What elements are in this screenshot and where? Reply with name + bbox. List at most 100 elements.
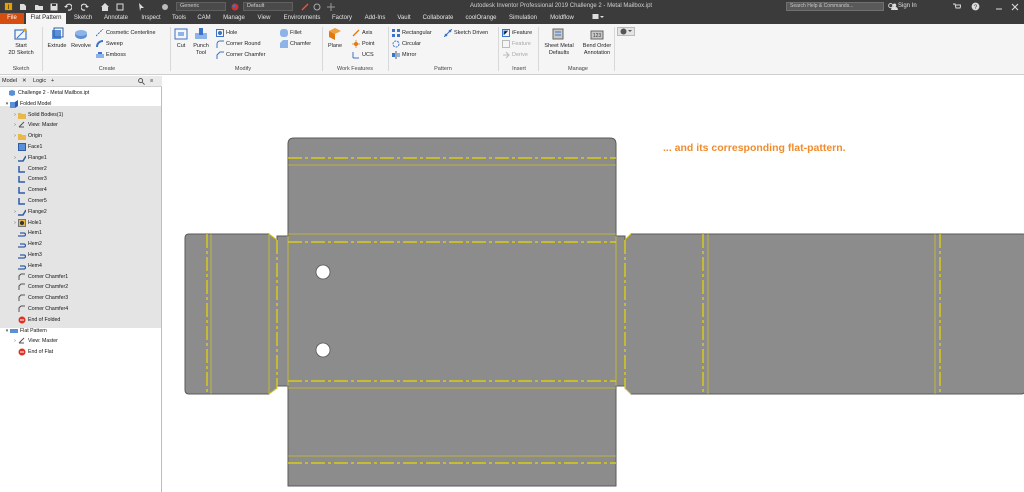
tab-view[interactable]: View <box>254 13 274 24</box>
tab-flat-pattern[interactable]: Flat Pattern <box>26 13 66 24</box>
menu-icon[interactable]: ≡ <box>150 78 153 84</box>
sketch-driven-pattern-button[interactable]: Sketch Driven <box>444 28 488 37</box>
tree-node[interactable]: Corner5 <box>12 196 47 206</box>
ucs-button[interactable]: UCS <box>352 50 374 59</box>
tree-node[interactable]: › Hole1 <box>12 218 42 228</box>
tree-node[interactable]: › Flange2 <box>12 207 47 217</box>
app-menu-icon[interactable]: I <box>2 1 14 12</box>
tab-factory[interactable]: Factory <box>328 13 356 24</box>
rectangular-pattern-button[interactable]: Rectangular <box>392 28 432 37</box>
tree-node[interactable]: Corner Chamfer3 <box>12 293 68 303</box>
home-icon[interactable] <box>100 1 110 12</box>
sign-in-link[interactable]: Sign In <box>898 3 917 9</box>
emboss-button[interactable]: Emboss <box>96 50 126 59</box>
tab-environments[interactable]: Environments <box>280 13 324 24</box>
tree-node[interactable]: End of Flat <box>12 347 53 357</box>
sweep-button[interactable]: Sweep <box>96 39 123 48</box>
tree-node[interactable]: Corner Chamfer1 <box>12 272 68 282</box>
tree-node[interactable]: › Flange1 <box>12 153 47 163</box>
undo-icon[interactable] <box>63 1 73 12</box>
tree-node[interactable]: Hem2 <box>12 239 42 249</box>
close-icon[interactable] <box>1010 1 1020 12</box>
plane-button[interactable]: Plane <box>324 27 346 50</box>
update-icon[interactable] <box>115 1 125 12</box>
tree-node[interactable]: › Solid Bodies(1) <box>12 110 63 120</box>
panel-options-icon[interactable] <box>590 13 606 24</box>
clear-icon[interactable] <box>300 1 310 12</box>
tab-annotate[interactable]: Annotate <box>100 13 132 24</box>
redo-icon[interactable] <box>80 1 90 12</box>
new-icon[interactable] <box>18 1 28 12</box>
save-icon[interactable] <box>49 1 59 12</box>
tab-logic[interactable]: Logic <box>33 78 46 84</box>
select-icon[interactable] <box>137 1 147 12</box>
tab-vault[interactable]: Vault <box>394 13 414 24</box>
revolve-button[interactable]: Revolve <box>69 27 93 50</box>
minimize-icon[interactable] <box>994 1 1004 12</box>
tab-sketch[interactable]: Sketch <box>70 13 96 24</box>
add-icon[interactable] <box>326 1 336 12</box>
tree-node[interactable]: Hem4 <box>12 261 42 271</box>
feature-button[interactable]: Feature <box>502 39 531 48</box>
user-icon[interactable] <box>890 1 898 12</box>
search-input[interactable]: Search Help & Commands... <box>786 2 884 11</box>
punch-tool-button[interactable]: Punch Tool <box>190 27 212 56</box>
chamfer-button[interactable]: Chamfer <box>280 39 311 48</box>
fillet-button[interactable]: Fillet <box>280 28 302 37</box>
tree-node[interactable]: Challenge 2 - Metal Mailbox.ipt <box>2 88 89 98</box>
tab-model[interactable]: Model <box>2 78 17 84</box>
tree-node[interactable]: Corner Chamfer2 <box>12 282 68 292</box>
tab-simulation[interactable]: Simulation <box>505 13 541 24</box>
start-2d-sketch-button[interactable]: Start 2D Sketch <box>4 27 38 56</box>
graphics-window[interactable] <box>163 76 1024 492</box>
tab-moldflow[interactable]: Moldflow <box>546 13 578 24</box>
measure-icon[interactable] <box>312 1 322 12</box>
open-icon[interactable] <box>34 1 44 12</box>
search-icon[interactable] <box>138 78 145 87</box>
sheet-metal-defaults-button[interactable]: Sheet Metal Defaults <box>541 27 577 56</box>
mirror-button[interactable]: Mirror <box>392 50 416 59</box>
tree-node[interactable]: › View: Master <box>12 120 58 130</box>
cosmetic-centerline-button[interactable]: Cosmetic Centerline <box>96 28 156 37</box>
add-tab-icon[interactable]: + <box>51 78 54 84</box>
tree-node[interactable]: › View: Master <box>12 336 58 346</box>
tree-node[interactable]: › Origin <box>12 131 42 141</box>
corner-round-button[interactable]: Corner Round <box>216 39 261 48</box>
tab-file[interactable]: File <box>0 13 24 24</box>
tree-node[interactable]: End of Folded <box>12 315 60 325</box>
close-tab-icon[interactable]: ✕ <box>22 78 27 84</box>
ifeature-button[interactable]: iFeature <box>502 28 532 37</box>
extrude-button[interactable]: Extrude <box>45 27 69 50</box>
tree-node[interactable]: Hem3 <box>12 250 42 260</box>
cart-icon[interactable] <box>952 1 962 12</box>
appearance-icon[interactable] <box>230 1 240 12</box>
appearance-combo[interactable]: Default <box>243 2 293 11</box>
tab-inspect[interactable]: Inspect <box>137 13 165 24</box>
tree-node[interactable]: ▾ Flat Pattern <box>4 326 47 336</box>
tab-tools[interactable]: Tools <box>169 13 189 24</box>
bend-order-annotation-button[interactable]: 123 Bend Order Annotation <box>578 27 616 56</box>
material-combo[interactable]: Generic <box>176 2 226 11</box>
tab-cam[interactable]: CAM <box>194 13 214 24</box>
cut-button[interactable]: Cut <box>172 27 190 50</box>
tree-node[interactable]: Face1 <box>12 142 42 152</box>
tree-node[interactable]: ▾ Folded Model <box>4 99 51 109</box>
tab-collaborate[interactable]: Collaborate <box>419 13 457 24</box>
tree-node[interactable]: Corner2 <box>12 164 47 174</box>
help-icon[interactable]: ? <box>969 1 981 12</box>
tab-add-ins[interactable]: Add-Ins <box>361 13 389 24</box>
derive-button[interactable]: Derive <box>502 50 528 59</box>
axis-button[interactable]: Axis <box>352 28 372 37</box>
tree-node[interactable]: Corner3 <box>12 174 47 184</box>
corner-chamfer-button[interactable]: Corner Chamfer <box>216 50 265 59</box>
tab-coolorange[interactable]: coolOrange <box>462 13 500 24</box>
tree-node[interactable]: Corner Chamfer4 <box>12 304 68 314</box>
tree-node[interactable]: Corner4 <box>12 185 47 195</box>
circular-pattern-button[interactable]: Circular <box>392 39 421 48</box>
material-icon[interactable] <box>160 1 170 12</box>
tree-node[interactable]: Hem1 <box>12 228 42 238</box>
extra-panel-dropdown[interactable] <box>617 27 635 36</box>
hole-button[interactable]: Hole <box>216 28 237 37</box>
tab-manage[interactable]: Manage <box>220 13 248 24</box>
point-button[interactable]: Point <box>352 39 375 48</box>
